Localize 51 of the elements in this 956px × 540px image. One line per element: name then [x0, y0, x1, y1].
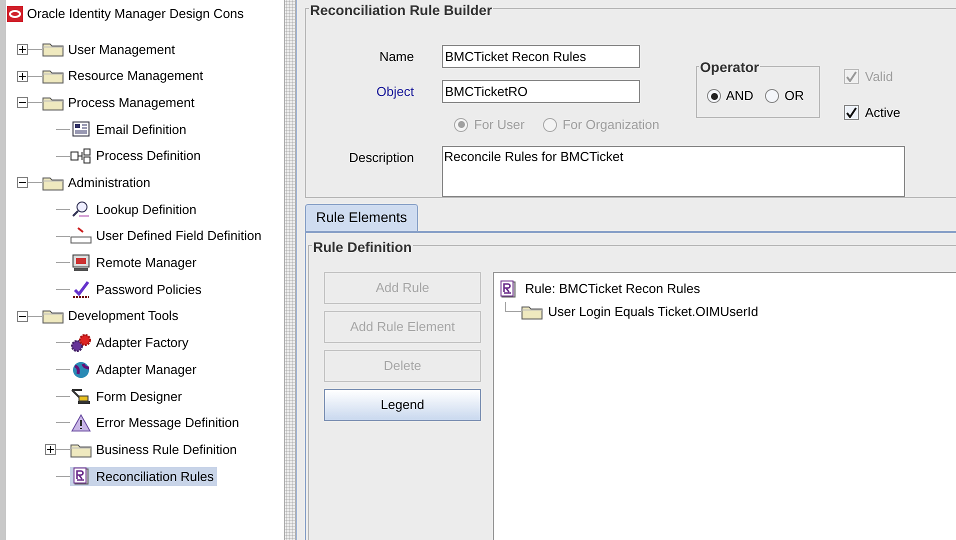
ring-logo-icon	[7, 6, 23, 22]
expand-icon[interactable]	[16, 44, 28, 55]
check-icon	[846, 106, 857, 118]
collapse-icon[interactable]	[16, 310, 28, 322]
tree-item[interactable]: Error Message Definition	[70, 413, 242, 433]
tree-item[interactable]: User Management	[42, 40, 178, 60]
tree-item[interactable]: Email Definition	[70, 120, 190, 140]
computer-icon	[70, 254, 92, 272]
crane-icon	[70, 387, 92, 406]
form-card-icon	[70, 120, 92, 138]
expand-icon[interactable]	[16, 70, 28, 82]
tree-item[interactable]: Adapter Manager	[70, 360, 200, 380]
checkmark-icon	[70, 280, 92, 299]
tree-item[interactable]: Resource Management	[42, 66, 206, 86]
radio-option[interactable]: AND	[707, 86, 754, 106]
text-field[interactable]: BMCTicket Recon Rules	[442, 45, 640, 68]
field-arrow-icon	[70, 227, 92, 246]
check-icon	[846, 71, 857, 82]
tree-item[interactable]: Reconciliation Rules	[70, 466, 217, 486]
description-field[interactable]: Reconcile Rules for BMCTicket	[442, 146, 905, 196]
tree-item[interactable]: Lookup Definition	[70, 200, 200, 220]
field-label: Name	[378, 48, 414, 66]
search-icon	[70, 200, 92, 218]
splitter-handle[interactable]	[284, 0, 296, 540]
field-label: Description	[348, 148, 414, 167]
tree-item[interactable]: User Defined Field Definition	[70, 226, 264, 246]
collapse-icon[interactable]	[16, 177, 28, 188]
tree-item[interactable]: Process Definition	[70, 146, 204, 166]
tree-item[interactable]: Remote Manager	[70, 253, 200, 273]
tree-item[interactable]: Rule: BMCTicket Recon Rules	[525, 278, 700, 298]
tree-root-label[interactable]: Oracle Identity Manager Design Cons	[27, 4, 244, 24]
tree-item[interactable]: Password Policies	[70, 280, 204, 300]
collapse-icon[interactable]	[16, 97, 28, 108]
flow-blocks-icon	[70, 147, 92, 166]
field-label[interactable]: Object	[306, 82, 414, 102]
tree-item[interactable]: Form Designer	[70, 386, 185, 406]
tree-item[interactable]: Business Rule Definition	[70, 440, 240, 460]
checkbox[interactable]: Active	[844, 102, 900, 122]
radio-option[interactable]: OR	[765, 86, 804, 106]
tree-item[interactable]: Development Tools	[42, 306, 182, 326]
gears-icon	[70, 334, 92, 352]
tree-item[interactable]: Administration	[42, 173, 154, 193]
globe-icon	[70, 360, 92, 379]
tree-item[interactable]: User Login Equals Ticket.OIMUserId	[548, 302, 758, 322]
tab[interactable]: Rule Elements	[305, 204, 418, 230]
text-field[interactable]: BMCTicketRO	[442, 80, 640, 103]
warning-icon	[70, 414, 92, 432]
expand-icon[interactable]	[44, 444, 56, 456]
action-button[interactable]: Legend	[324, 388, 481, 420]
tree-item[interactable]: Process Management	[42, 92, 198, 112]
tree-item[interactable]: Adapter Factory	[70, 333, 192, 353]
